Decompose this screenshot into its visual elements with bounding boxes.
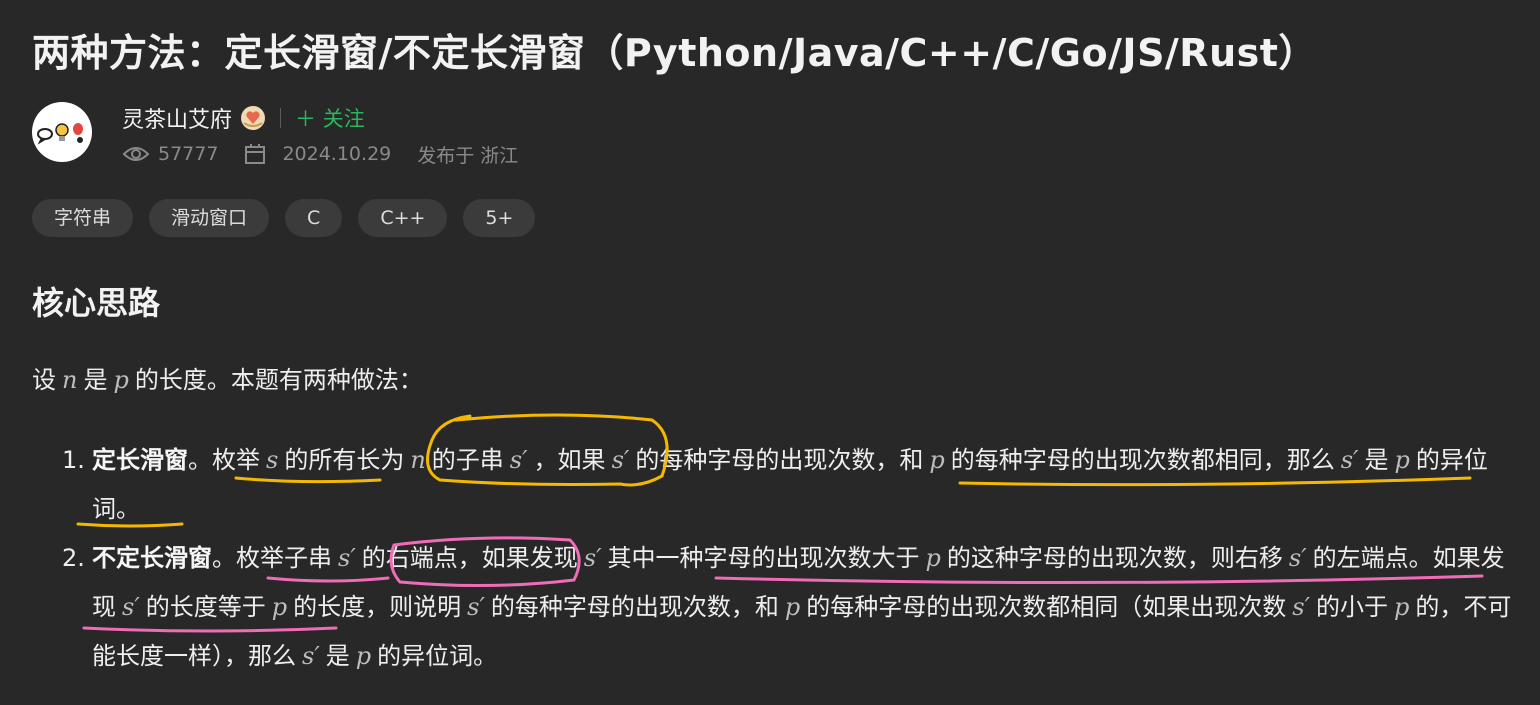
math-var: s′ [302,642,320,670]
text: 设 [32,366,56,394]
text: 的小于 [1316,593,1389,621]
text: 的右端点，如果发现 [361,544,578,572]
math-var: s′ [1288,544,1307,572]
tag-sliding-window[interactable]: 滑动窗口 [149,199,270,237]
tag-string[interactable]: 字符串 [32,199,134,237]
text: 是 [83,366,108,394]
divider [280,108,282,128]
math-var: s′ [467,593,485,621]
math-var: s′ [122,593,140,621]
text: 的长度。本题有两种做法： [134,366,423,394]
list-item-text: 定长滑窗。枚举 s 的所有长为 n 的子串 s′ ，如果 s′ 的每种字母的出现次数，和 p 的每种… [92,436,1512,534]
author-avatar[interactable] [32,102,92,162]
text: 的所有长为 [284,446,405,474]
math-var: s [266,446,279,474]
text: 。枚举 [188,446,260,474]
list-number: 2. [62,544,85,572]
math-var: s′ [1292,593,1311,621]
text: 的每种字母的出现次数，和 [490,593,779,621]
eye-icon [122,147,150,161]
math-var: s′ [583,544,602,572]
text: 的异位词。 [377,642,498,670]
math-var: p [1394,446,1410,474]
method-name: 不定长滑窗 [92,544,212,572]
math-var: p [355,642,372,670]
publish-location: 发布于 浙江 [417,144,519,167]
author-name[interactable]: 灵茶山艾府 [122,102,232,134]
math-var: n [410,446,426,474]
text: 其中一种字母的出现次数大于 [607,544,920,572]
math-var: s′ [611,446,630,474]
text: 的这种字母的出现次数，则右移 [946,544,1283,572]
article-meta: 57777 2024.10.29 发布于 浙江 [122,139,518,169]
text: 是 [1364,446,1389,474]
tag-c[interactable]: C [285,199,343,237]
math-var: n [62,366,78,394]
text: 的长度等于 [145,593,266,621]
tag-cpp[interactable]: C++ [358,199,448,237]
view-count: 57777 [158,143,219,165]
list-item: 1. 定长滑窗。枚举 s 的所有长为 n 的子串 s′ ，如果 s′ 的每种字母的出现次数，和 p… [62,436,1522,534]
math-var: p [271,593,288,621]
math-var: s′ [338,544,356,572]
text: 是 [325,642,350,670]
tag-list: 字符串 滑动窗口 C C++ 5+ [32,199,536,237]
math-var: s′ [509,446,528,474]
publish-date: 2024.10.29 [282,143,392,165]
method-name: 定长滑窗 [92,446,188,474]
method-list: 1. 定长滑窗。枚举 s 的所有长为 n 的子串 s′ ，如果 s′ 的每种字母的出现次数，和 p… [62,436,1522,681]
math-var: p [929,446,945,474]
tag-more[interactable]: 5+ [463,199,536,237]
text: 的长度，则说明 [293,593,462,621]
list-item-text: 不定长滑窗。枚举子串 s′ 的右端点，如果发现 s′ 其中一种字母的出现次数大于 p 的这种… [92,534,1512,681]
text: 。枚举子串 [212,544,332,572]
text: 的每种字母的出现次数都相同（如果出现次数 [806,593,1287,621]
intro-paragraph: 设 n 是 p 的长度。本题有两种做法： [32,360,423,395]
follow-button[interactable]: ＋ 关注 [295,103,365,133]
math-var: p [113,366,129,394]
list-number: 1. [62,446,85,474]
section-heading: 核心思路 [32,284,161,322]
text: 的每种字母的出现次数，和 [635,446,924,474]
calendar-icon [245,144,266,164]
text: ，如果 [533,446,606,474]
math-var: p [925,544,941,572]
text: 的每种字母的出现次数都相同，那么 [950,446,1335,474]
author-row: 灵茶山艾府 ＋ 关注 [122,102,365,134]
author-badge-icon [241,106,266,130]
text: 的子串 [431,446,504,474]
math-var: p [784,593,801,621]
list-item: 2. 不定长滑窗。枚举子串 s′ 的右端点，如果发现 s′ 其中一种字母的出现次数大于 p… [62,534,1522,681]
math-var: s′ [1340,446,1359,474]
article-title: 两种方法：定长滑窗/不定长滑窗（Python/Java/C++/C/Go/JS/… [32,31,1317,75]
math-var: p [1394,593,1410,621]
